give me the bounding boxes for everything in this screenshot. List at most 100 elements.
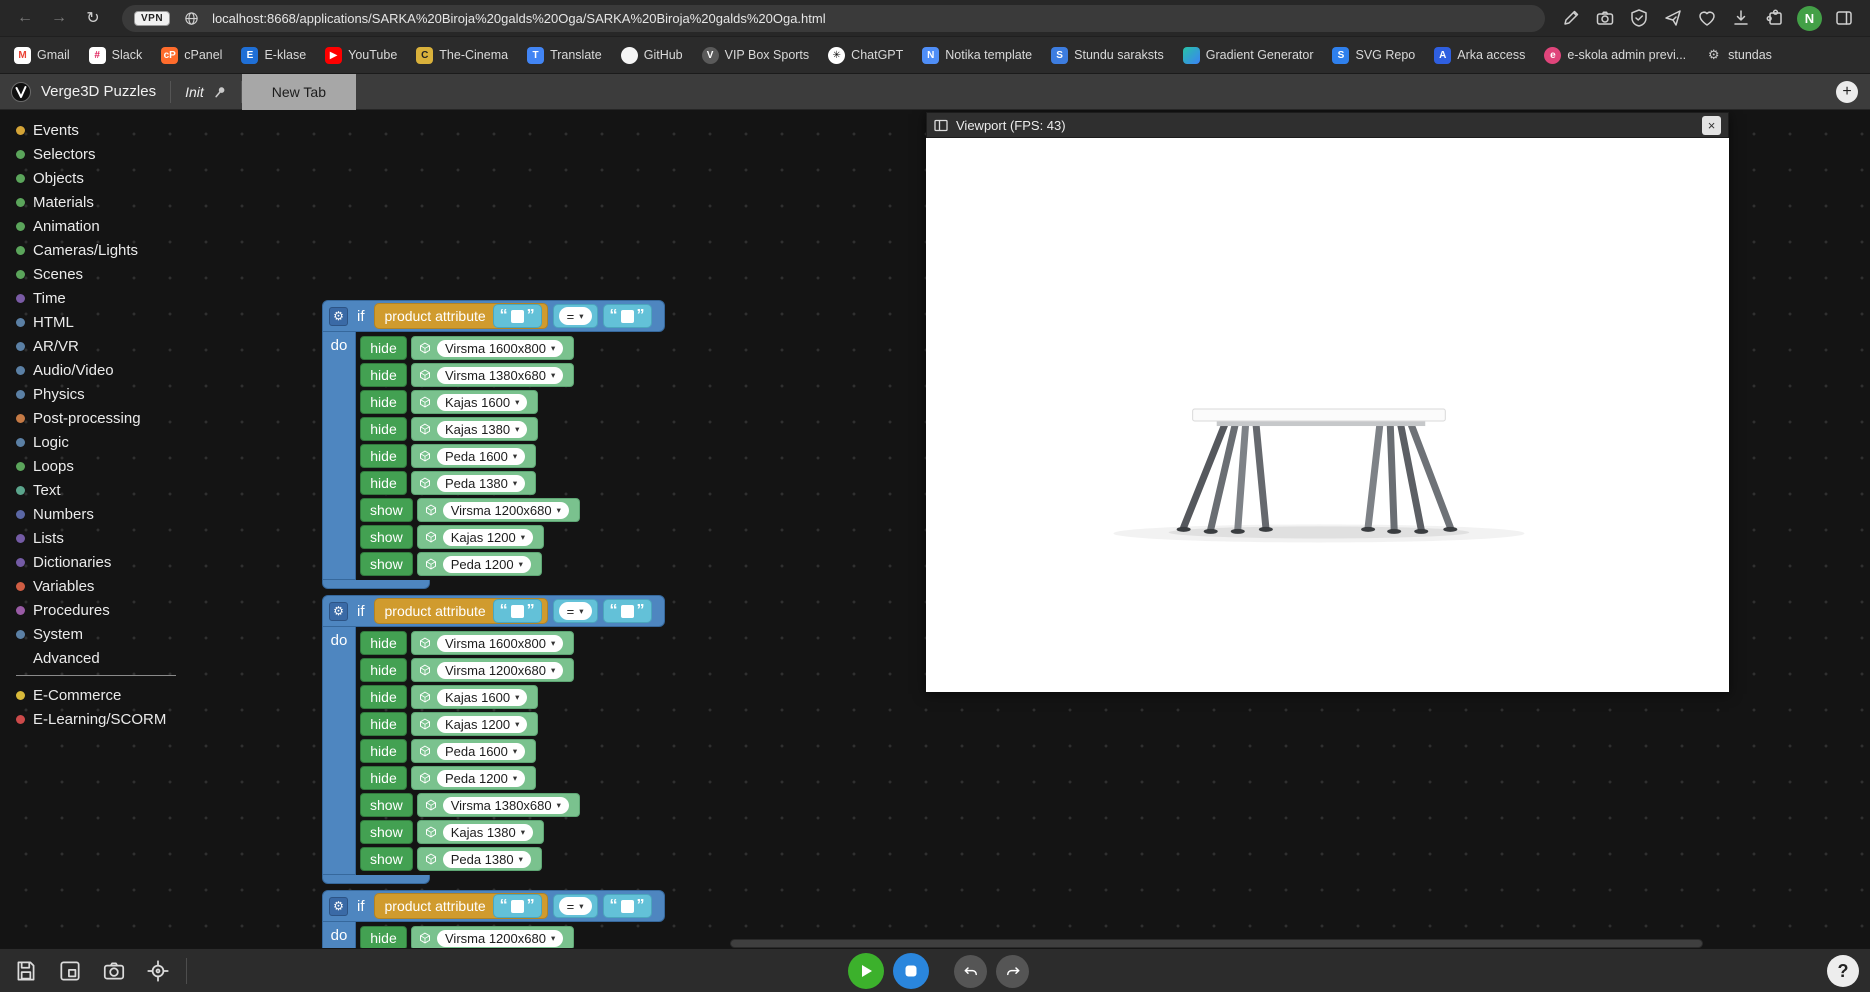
if-block-stack[interactable]: ⚙ifproduct attribute“”=▾“”dohideVirsma 1…: [322, 300, 665, 589]
operator-dropdown[interactable]: =▾: [559, 897, 592, 915]
object-block[interactable]: Kajas 1200▾: [411, 712, 538, 736]
hide-block[interactable]: hide: [360, 417, 407, 441]
if-block-stack[interactable]: ⚙ifproduct attribute“”=▾“”dohideVirsma 1…: [322, 595, 665, 884]
string-input[interactable]: [621, 310, 634, 323]
object-name-dropdown[interactable]: Peda 1380▾: [443, 851, 531, 868]
toolbox-category-e-commerce[interactable]: E-Commerce: [16, 683, 176, 707]
object-block[interactable]: Virsma 1600x800▾: [411, 336, 574, 360]
object-block[interactable]: Peda 1200▾: [417, 552, 542, 576]
show-block[interactable]: show: [360, 498, 413, 522]
bookmark-item[interactable]: SStundu saraksts: [1051, 47, 1164, 64]
statement-row[interactable]: hidePeda 1600▾: [360, 739, 580, 763]
toolbox-category-advanced[interactable]: Advanced: [16, 646, 176, 670]
statement-row[interactable]: hidePeda 1200▾: [360, 766, 580, 790]
tab-new-tab[interactable]: New Tab: [242, 74, 356, 110]
object-block[interactable]: Kajas 1380▾: [411, 417, 538, 441]
screenshot-icon[interactable]: [98, 955, 130, 987]
show-block[interactable]: show: [360, 820, 413, 844]
puzzles-workspace[interactable]: EventsSelectorsObjectsMaterialsAnimation…: [0, 110, 1870, 948]
hide-block[interactable]: hide: [360, 390, 407, 414]
side-panel-icon[interactable]: [1832, 6, 1856, 30]
statement-row[interactable]: hideKajas 1200▾: [360, 712, 580, 736]
object-block[interactable]: Virsma 1200x680▾: [411, 926, 574, 948]
bookmark-item[interactable]: ⚙stundas: [1705, 47, 1772, 64]
toolbox-category-materials[interactable]: Materials: [16, 190, 176, 214]
statement-row[interactable]: hideVirsma 1200x680▾: [360, 926, 574, 948]
object-name-dropdown[interactable]: Virsma 1200x680▾: [437, 662, 563, 679]
object-block[interactable]: Virsma 1200x680▾: [411, 658, 574, 682]
toolbox-category-numbers[interactable]: Numbers: [16, 502, 176, 526]
reload-button[interactable]: ↻: [78, 3, 108, 33]
camera-icon[interactable]: [1593, 6, 1617, 30]
statement-row[interactable]: hide Virsma 1600x800▾: [360, 336, 580, 360]
object-block[interactable]: Peda 1200▾: [411, 766, 536, 790]
object-block[interactable]: Virsma 1380x680▾: [417, 793, 580, 817]
object-name-dropdown[interactable]: Virsma 1600x800▾: [437, 635, 563, 652]
object-block[interactable]: Virsma 1380x680▾: [411, 363, 574, 387]
object-name-dropdown[interactable]: Kajas 1200▾: [437, 716, 527, 733]
bookmark-item[interactable]: SSVG Repo: [1332, 47, 1415, 64]
bookmark-item[interactable]: NNotika template: [922, 47, 1032, 64]
toolbox-category-variables[interactable]: Variables: [16, 574, 176, 598]
toolbox-category-audio-video[interactable]: Audio/Video: [16, 358, 176, 382]
object-name-dropdown[interactable]: Virsma 1200x680▾: [437, 930, 563, 947]
statement-row[interactable]: show Kajas 1380▾: [360, 820, 580, 844]
show-block[interactable]: show: [360, 525, 413, 549]
bookmark-item[interactable]: EE-klase: [241, 47, 306, 64]
if-block-header[interactable]: ⚙ifproduct attribute“”=▾“”: [322, 300, 665, 332]
statement-row[interactable]: hidePeda 1380▾: [360, 471, 580, 495]
statement-row[interactable]: hideVirsma 1380x680▾: [360, 363, 580, 387]
hide-block[interactable]: hide: [360, 336, 407, 360]
run-button[interactable]: [848, 953, 884, 989]
object-name-dropdown[interactable]: Peda 1600▾: [437, 743, 525, 760]
statement-row[interactable]: hideKajas 1600▾: [360, 390, 580, 414]
help-button[interactable]: ?: [1827, 955, 1859, 987]
bookmark-item[interactable]: cPcPanel: [161, 47, 222, 64]
hide-block[interactable]: hide: [360, 685, 407, 709]
hide-block[interactable]: hide: [360, 471, 407, 495]
statement-row[interactable]: hideVirsma 1600x800▾: [360, 631, 580, 655]
statement-row[interactable]: hide Kajas 1380▾: [360, 417, 580, 441]
show-block[interactable]: show: [360, 847, 413, 871]
add-tab-button[interactable]: +: [1836, 81, 1858, 103]
object-name-dropdown[interactable]: Kajas 1380▾: [437, 421, 527, 438]
toolbox-category-animation[interactable]: Animation: [16, 214, 176, 238]
redo-button[interactable]: [996, 955, 1029, 988]
toolbox-category-system[interactable]: System: [16, 622, 176, 646]
shield-check-icon[interactable]: [1627, 6, 1651, 30]
string-block[interactable]: “”: [603, 894, 652, 918]
back-button[interactable]: ←: [10, 3, 40, 33]
workspace-horizontal-scrollbar[interactable]: [730, 939, 1703, 948]
toolbox-category-logic[interactable]: Logic: [16, 430, 176, 454]
bookmark-item[interactable]: GitHub: [621, 47, 683, 64]
toolbox-category-scenes[interactable]: Scenes: [16, 262, 176, 286]
show-block[interactable]: show: [360, 552, 413, 576]
toolbox-category-text[interactable]: Text: [16, 478, 176, 502]
stop-button[interactable]: [893, 953, 929, 989]
object-name-dropdown[interactable]: Virsma 1380x680▾: [443, 797, 569, 814]
toolbox-category-procedures[interactable]: Procedures: [16, 598, 176, 622]
mutator-gear-icon[interactable]: ⚙: [329, 897, 348, 916]
string-block[interactable]: “”: [603, 304, 652, 328]
product-attribute-block[interactable]: product attribute“”: [374, 303, 548, 329]
string-input[interactable]: [511, 310, 524, 323]
object-block[interactable]: Kajas 1600▾: [411, 685, 538, 709]
toolbox-category-lists[interactable]: Lists: [16, 526, 176, 550]
object-name-dropdown[interactable]: Peda 1600▾: [437, 448, 525, 465]
object-name-dropdown[interactable]: Kajas 1380▾: [443, 824, 533, 841]
object-name-dropdown[interactable]: Virsma 1600x800▾: [437, 340, 563, 357]
save-icon[interactable]: [10, 955, 42, 987]
product-attribute-block[interactable]: product attribute“”: [374, 598, 548, 624]
statement-row[interactable]: hide Kajas 1600▾: [360, 685, 580, 709]
statement-row[interactable]: show Peda 1380▾: [360, 847, 580, 871]
bookmark-item[interactable]: #Slack: [89, 47, 143, 64]
if-block-header[interactable]: ⚙ifproduct attribute“”=▾“”: [322, 890, 665, 922]
object-name-dropdown[interactable]: Peda 1200▾: [443, 556, 531, 573]
hide-block[interactable]: hide: [360, 766, 407, 790]
object-name-dropdown[interactable]: Kajas 1600▾: [437, 689, 527, 706]
toolbox-category-ar-vr[interactable]: AR/VR: [16, 334, 176, 358]
hide-block[interactable]: hide: [360, 363, 407, 387]
statement-row[interactable]: show Peda 1200▾: [360, 552, 580, 576]
send-icon[interactable]: [1661, 6, 1685, 30]
heart-icon[interactable]: [1695, 6, 1719, 30]
